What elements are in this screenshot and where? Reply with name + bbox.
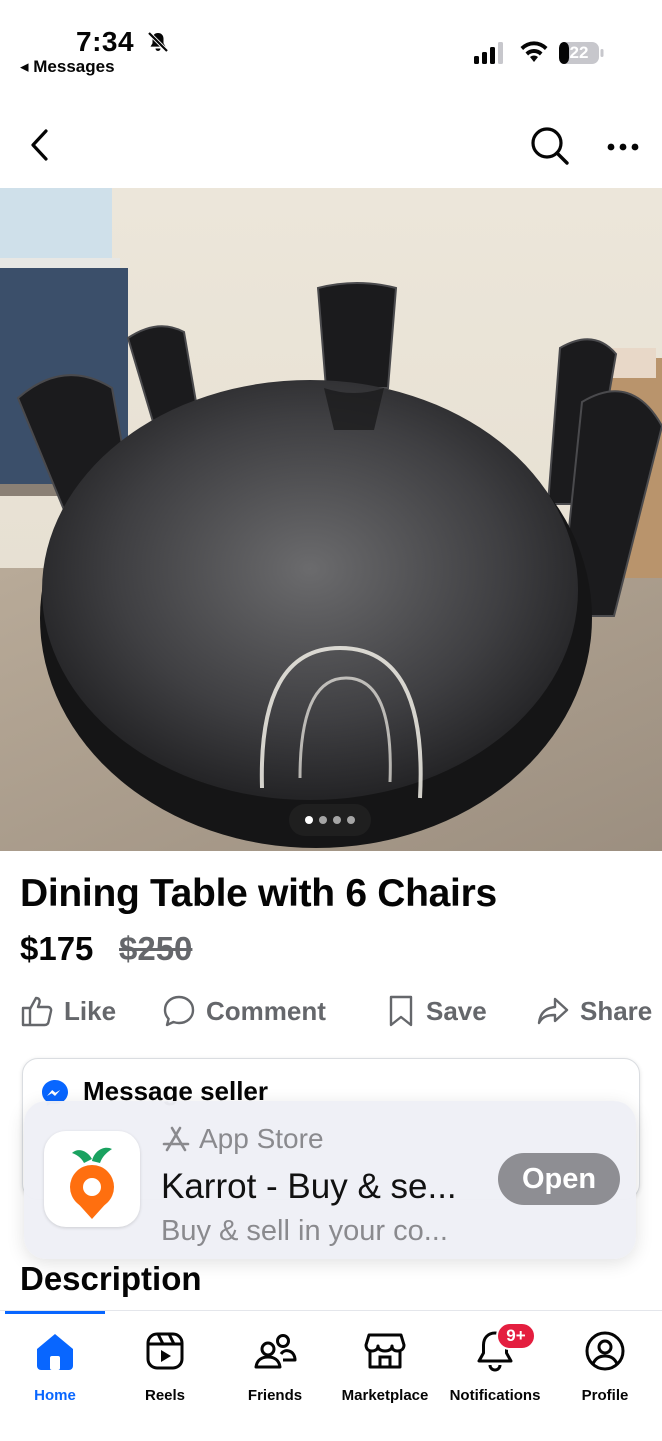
comment-button[interactable]: Comment: [162, 988, 326, 1034]
tab-label: Home: [34, 1387, 76, 1404]
status-time: 7:34: [76, 26, 135, 57]
tab-label: Notifications: [449, 1387, 541, 1404]
more-icon[interactable]: [602, 132, 644, 162]
listing-price: $175: [20, 930, 94, 967]
tab-profile[interactable]: Profile: [550, 1327, 660, 1407]
status-bar: 7:34 ◂ Messages 22: [0, 0, 662, 90]
tab-label: Marketplace: [341, 1387, 429, 1404]
carousel-dot[interactable]: [333, 816, 341, 824]
share-button[interactable]: Share: [536, 988, 652, 1034]
share-label: Share: [580, 995, 653, 1026]
bottom-tab-bar: Home Reels Friends Marketplace Notificat…: [0, 1310, 662, 1441]
carrot-logo-icon: [70, 1147, 114, 1219]
profile-icon: [585, 1331, 625, 1371]
tab-label: Profile: [581, 1387, 629, 1404]
karrot-app-icon[interactable]: [44, 1131, 140, 1227]
tab-label: Reels: [144, 1387, 186, 1404]
tab-marketplace[interactable]: Marketplace: [330, 1327, 440, 1407]
comment-label: Comment: [206, 995, 326, 1026]
tab-home[interactable]: Home: [0, 1327, 110, 1407]
cellular-signal-icon: [474, 42, 503, 64]
thumbs-up-icon: [21, 996, 53, 1027]
tab-friends[interactable]: Friends: [220, 1327, 330, 1407]
photo-carousel-dots[interactable]: [289, 804, 371, 836]
description-heading: Description: [20, 1260, 202, 1297]
share-arrow-icon: [537, 997, 569, 1025]
save-button[interactable]: Save: [386, 988, 487, 1034]
listing-original-price: $250: [119, 930, 193, 967]
marketplace-icon: [364, 1333, 406, 1369]
search-icon[interactable]: [528, 124, 572, 168]
app-name: Karrot - Buy & se...: [161, 1167, 457, 1206]
listing-photo[interactable]: [0, 188, 662, 851]
listing-title: Dining Table with 6 Chairs: [20, 872, 497, 915]
app-subtitle: Buy & sell in your co...: [161, 1215, 448, 1247]
carousel-dot[interactable]: [319, 816, 327, 824]
comment-icon: [163, 995, 195, 1027]
like-label: Like: [64, 995, 117, 1026]
active-tab-indicator: [5, 1311, 105, 1314]
wifi-icon: [520, 41, 548, 62]
tab-label: Friends: [247, 1387, 303, 1404]
carousel-dot[interactable]: [305, 816, 313, 824]
reels-icon: [146, 1332, 184, 1370]
top-nav: [0, 110, 662, 180]
carousel-dot[interactable]: [347, 816, 355, 824]
like-button[interactable]: Like: [20, 988, 116, 1034]
app-store-banner[interactable]: App Store Karrot - Buy & se... Buy & sel…: [24, 1101, 636, 1259]
tab-reels[interactable]: Reels: [110, 1327, 220, 1407]
back-to-messages-link[interactable]: ◂ Messages: [20, 57, 115, 77]
battery-indicator: 22: [558, 41, 604, 65]
save-label: Save: [426, 995, 487, 1026]
chevron-left-icon[interactable]: [22, 124, 62, 164]
bell-muted-icon: [147, 31, 169, 53]
listing-actions: Like Comment Save Share: [0, 988, 662, 1034]
app-store-label-row: App Store: [161, 1123, 324, 1155]
friends-icon: [254, 1334, 297, 1369]
notification-badge: 9+: [496, 1322, 536, 1350]
bookmark-icon: [389, 995, 413, 1027]
dining-table-photo: [0, 188, 662, 851]
open-app-button[interactable]: Open: [498, 1153, 620, 1205]
app-store-label: App Store: [199, 1123, 324, 1154]
home-icon: [37, 1334, 73, 1370]
battery-level: 22: [569, 43, 589, 62]
app-store-icon: [162, 1126, 190, 1152]
